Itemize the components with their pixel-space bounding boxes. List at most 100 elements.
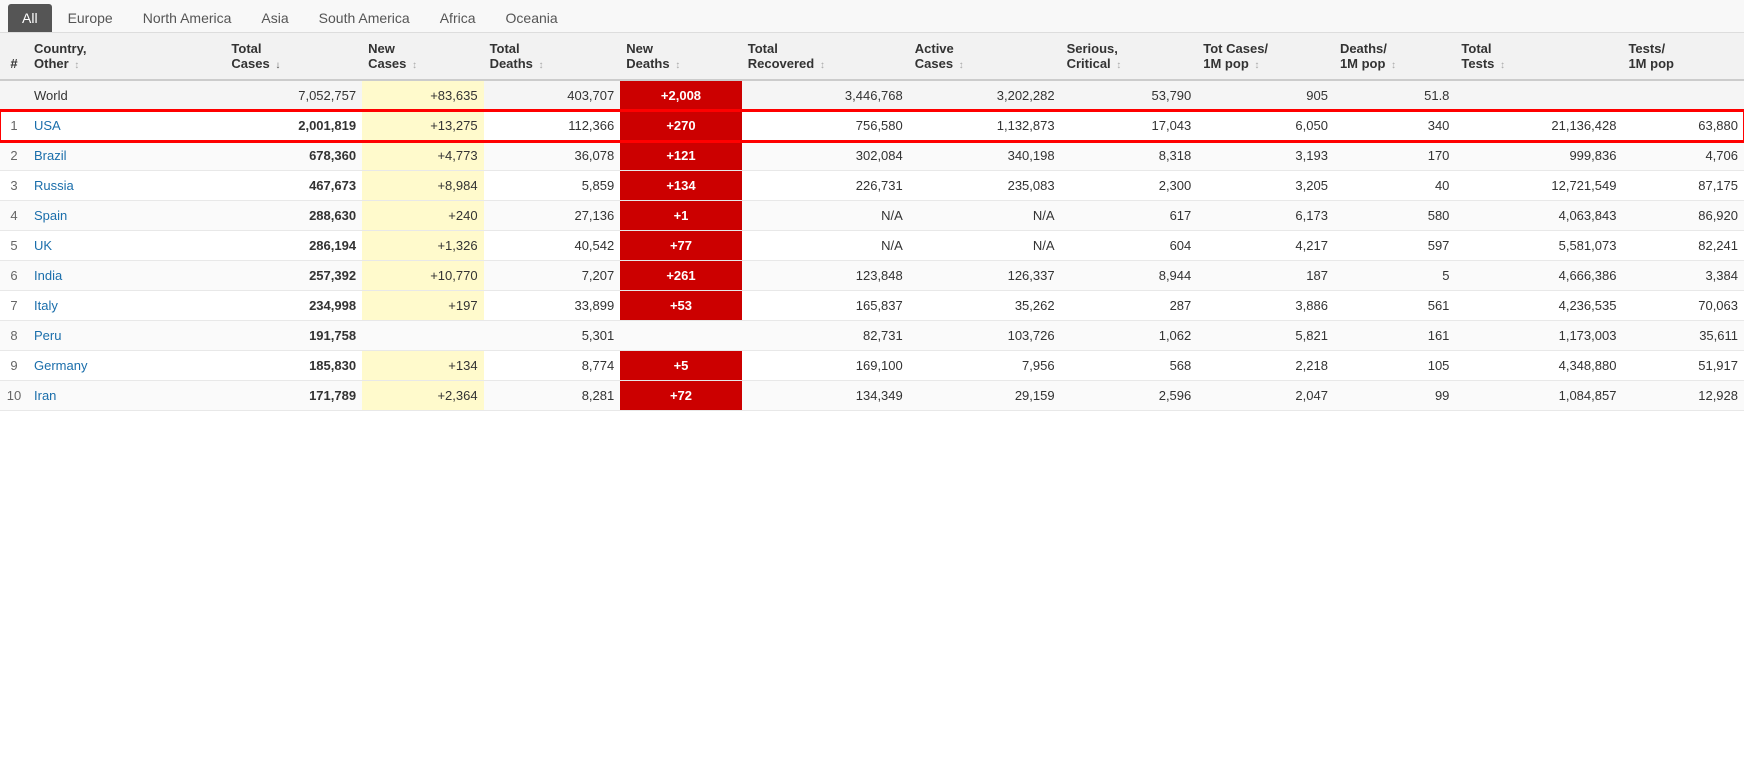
row-serious-critical: 604 [1061,231,1198,261]
row-new-cases: +1,326 [362,231,483,261]
row-active-cases: N/A [909,201,1061,231]
row-num: 9 [0,351,28,381]
world-total-recovered: 3,446,768 [742,80,909,111]
col-tests-1m[interactable]: Tests/1M pop [1622,33,1744,80]
row-new-deaths: +1 [620,201,741,231]
row-new-deaths: +261 [620,261,741,291]
row-deaths-1m: 561 [1334,291,1455,321]
row-num: 4 [0,201,28,231]
row-total-deaths: 8,281 [484,381,621,411]
tab-bar: All Europe North America Asia South Amer… [0,0,1744,33]
row-tot-cases-1m: 5,821 [1197,321,1334,351]
table-row: 4 Spain 288,630 +240 27,136 +1 N/A N/A 6… [0,201,1744,231]
tab-africa[interactable]: Africa [426,4,490,32]
row-tot-cases-1m: 2,218 [1197,351,1334,381]
sort-icon-new-cases: ↕ [412,60,417,71]
row-total-tests: 21,136,428 [1455,111,1622,141]
row-total-tests: 1,173,003 [1455,321,1622,351]
row-tot-cases-1m: 3,886 [1197,291,1334,321]
row-tot-cases-1m: 6,173 [1197,201,1334,231]
row-total-recovered: 169,100 [742,351,909,381]
col-total-recovered[interactable]: TotalRecovered ↕ [742,33,909,80]
row-new-cases: +4,773 [362,141,483,171]
sort-icon-new-deaths: ↕ [675,60,680,71]
world-row: World 7,052,757 +83,635 403,707 +2,008 3… [0,80,1744,111]
row-total-deaths: 5,859 [484,171,621,201]
row-new-deaths: +72 [620,381,741,411]
tab-asia[interactable]: Asia [247,4,302,32]
row-deaths-1m: 340 [1334,111,1455,141]
row-new-deaths: +134 [620,171,741,201]
row-tests-1m: 12,928 [1622,381,1744,411]
row-country[interactable]: UK [28,231,225,261]
sort-icon-active-cases: ↕ [959,60,964,71]
row-new-deaths: +53 [620,291,741,321]
row-total-recovered: 134,349 [742,381,909,411]
sort-icon-serious-critical: ↕ [1116,60,1121,71]
row-new-cases: +13,275 [362,111,483,141]
row-total-tests: 4,236,535 [1455,291,1622,321]
row-tests-1m: 3,384 [1622,261,1744,291]
row-serious-critical: 8,318 [1061,141,1198,171]
row-deaths-1m: 170 [1334,141,1455,171]
row-country[interactable]: USA [28,111,225,141]
row-tests-1m: 4,706 [1622,141,1744,171]
world-total-tests [1455,80,1622,111]
row-country[interactable]: Spain [28,201,225,231]
row-total-cases: 234,998 [225,291,362,321]
row-tot-cases-1m: 187 [1197,261,1334,291]
row-tot-cases-1m: 3,193 [1197,141,1334,171]
col-new-deaths[interactable]: NewDeaths ↕ [620,33,741,80]
col-active-cases[interactable]: ActiveCases ↕ [909,33,1061,80]
col-tot-cases-1m[interactable]: Tot Cases/1M pop ↕ [1197,33,1334,80]
row-country[interactable]: Brazil [28,141,225,171]
row-total-cases: 2,001,819 [225,111,362,141]
row-total-recovered: N/A [742,231,909,261]
row-active-cases: 7,956 [909,351,1061,381]
row-total-deaths: 33,899 [484,291,621,321]
table-row: 10 Iran 171,789 +2,364 8,281 +72 134,349… [0,381,1744,411]
col-new-cases[interactable]: NewCases ↕ [362,33,483,80]
tab-south-america[interactable]: South America [305,4,424,32]
row-active-cases: 35,262 [909,291,1061,321]
row-total-cases: 288,630 [225,201,362,231]
row-total-tests: 5,581,073 [1455,231,1622,261]
row-active-cases: 340,198 [909,141,1061,171]
table-row: 2 Brazil 678,360 +4,773 36,078 +121 302,… [0,141,1744,171]
row-country[interactable]: Russia [28,171,225,201]
row-num: 7 [0,291,28,321]
col-deaths-1m[interactable]: Deaths/1M pop ↕ [1334,33,1455,80]
row-active-cases: N/A [909,231,1061,261]
col-total-deaths[interactable]: TotalDeaths ↕ [484,33,621,80]
table-row: 8 Peru 191,758 5,301 82,731 103,726 1,06… [0,321,1744,351]
row-tot-cases-1m: 4,217 [1197,231,1334,261]
row-country[interactable]: India [28,261,225,291]
row-deaths-1m: 580 [1334,201,1455,231]
col-total-tests[interactable]: TotalTests ↕ [1455,33,1622,80]
table-row: 5 UK 286,194 +1,326 40,542 +77 N/A N/A 6… [0,231,1744,261]
col-serious-critical[interactable]: Serious,Critical ↕ [1061,33,1198,80]
row-total-deaths: 27,136 [484,201,621,231]
tab-oceania[interactable]: Oceania [492,4,572,32]
tab-europe[interactable]: Europe [54,4,127,32]
tab-all[interactable]: All [8,4,52,32]
row-country[interactable]: Iran [28,381,225,411]
row-new-cases: +134 [362,351,483,381]
row-total-deaths: 7,207 [484,261,621,291]
row-tests-1m: 86,920 [1622,201,1744,231]
row-country[interactable]: Italy [28,291,225,321]
table-row: 3 Russia 467,673 +8,984 5,859 +134 226,7… [0,171,1744,201]
table-row: 6 India 257,392 +10,770 7,207 +261 123,8… [0,261,1744,291]
row-total-cases: 286,194 [225,231,362,261]
row-total-cases: 678,360 [225,141,362,171]
col-total-cases[interactable]: TotalCases ↓ [225,33,362,80]
row-new-deaths: +121 [620,141,741,171]
row-serious-critical: 568 [1061,351,1198,381]
row-country[interactable]: Peru [28,321,225,351]
row-tests-1m: 35,611 [1622,321,1744,351]
tab-north-america[interactable]: North America [129,4,246,32]
col-country[interactable]: Country,Other ↕ [28,33,225,80]
row-serious-critical: 287 [1061,291,1198,321]
world-deaths-1m: 51.8 [1334,80,1455,111]
row-country[interactable]: Germany [28,351,225,381]
